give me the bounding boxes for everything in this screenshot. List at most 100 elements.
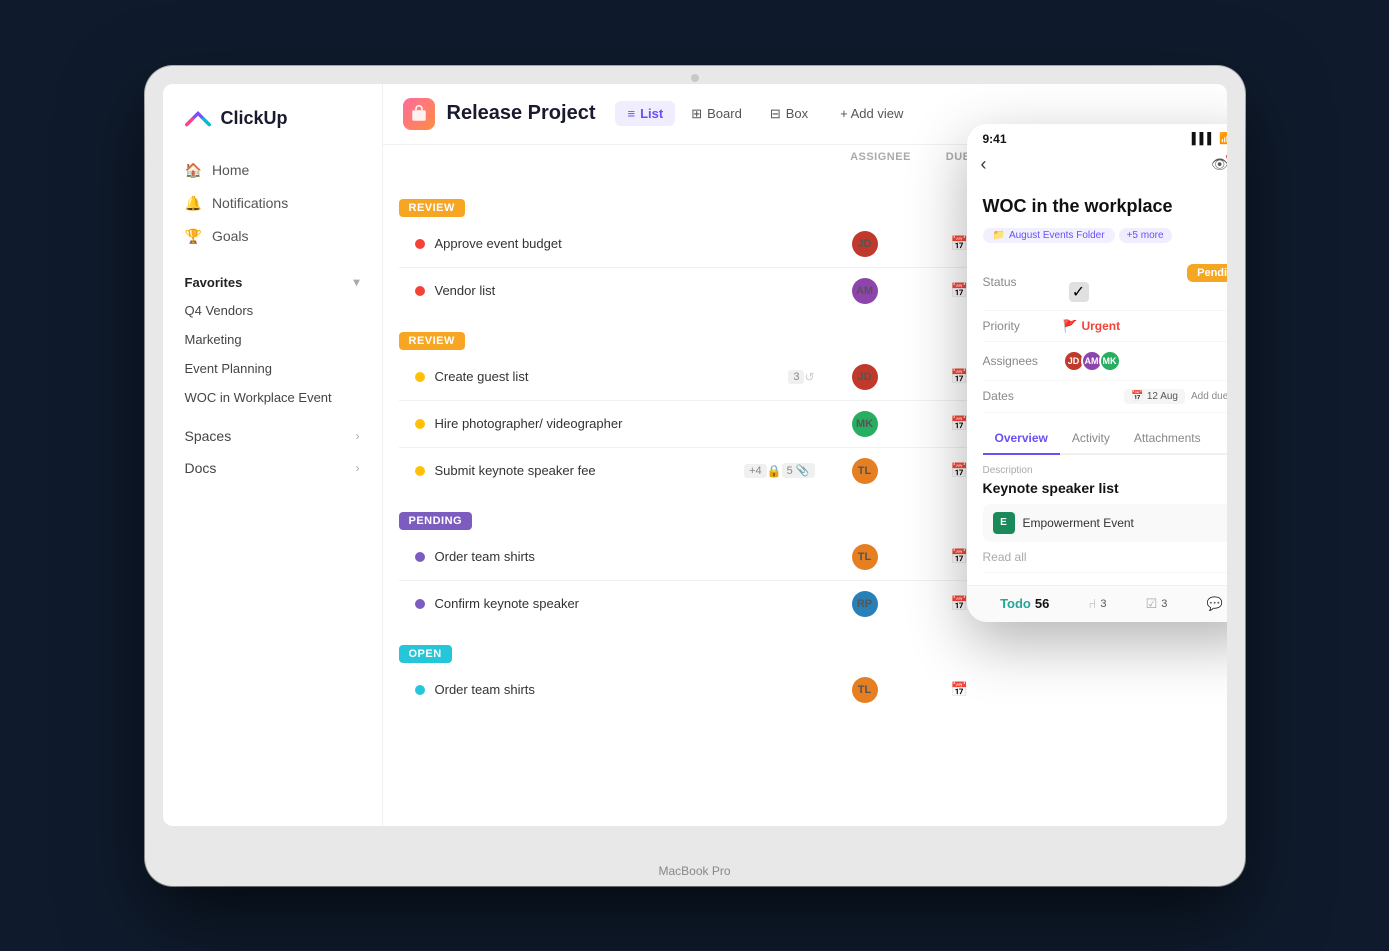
assignee-cell-6: TL bbox=[815, 544, 915, 570]
mobile-description-label: Description bbox=[983, 465, 1227, 476]
group-header-open: OPEN bbox=[399, 645, 1211, 663]
logo-text: ClickUp bbox=[221, 108, 288, 129]
favorites-item-q4vendors[interactable]: Q4 Vendors bbox=[175, 296, 370, 325]
calendar-start-icon: 📅 bbox=[1131, 391, 1143, 402]
mobile-status-pill[interactable]: Pending bbox=[1187, 264, 1226, 282]
guest-list-count: 3 bbox=[788, 370, 804, 384]
mobile-read-all[interactable]: Read all › bbox=[983, 542, 1227, 573]
task-dot-yellow-1 bbox=[415, 372, 425, 382]
laptop-model-label: MacBook Pro bbox=[595, 864, 795, 886]
task-dot-cyan-1 bbox=[415, 685, 425, 695]
checkmark-button[interactable]: ✓ bbox=[1069, 282, 1089, 302]
priority-urgent-label: Urgent bbox=[1081, 319, 1120, 333]
favorites-item-woc[interactable]: WOC in Workplace Event bbox=[175, 383, 370, 412]
mobile-dates-field: Dates 📅 12 Aug Add due date bbox=[983, 381, 1227, 413]
task-dot-yellow-3 bbox=[415, 466, 425, 476]
mobile-dates-label: Dates bbox=[983, 389, 1063, 403]
task-name-vendor-list: Vendor list bbox=[435, 283, 815, 298]
mobile-folder-tags: 📁 August Events Folder +5 more bbox=[983, 228, 1227, 243]
mobile-doc-row: E Empowerment Event ··· bbox=[983, 504, 1227, 542]
chevron-right-icon: › bbox=[356, 429, 360, 443]
assignee-cell-7: RP bbox=[815, 591, 915, 617]
sidebar-item-home[interactable]: 🏠 Home bbox=[175, 154, 370, 187]
mobile-dates-value: 📅 12 Aug Add due date bbox=[1063, 389, 1227, 404]
task-name-confirm-keynote: Confirm keynote speaker bbox=[435, 596, 815, 611]
task-dot-red-1 bbox=[415, 239, 425, 249]
sidebar-item-goals[interactable]: 🏆 Goals bbox=[175, 220, 370, 253]
favorites-header[interactable]: Favorites ▾ bbox=[175, 269, 370, 296]
favorites-item-marketing[interactable]: Marketing bbox=[175, 325, 370, 354]
task-row-order-shirts-open[interactable]: Order team shirts TL 📅 bbox=[399, 669, 1211, 711]
spaces-item[interactable]: Spaces › bbox=[175, 420, 370, 452]
start-date-chip[interactable]: 📅 12 Aug bbox=[1124, 389, 1185, 404]
logo: ClickUp bbox=[163, 104, 382, 154]
task-dot-purple-2 bbox=[415, 599, 425, 609]
avatar-8: TL bbox=[852, 677, 878, 703]
tab-board[interactable]: ⊞ Board bbox=[679, 101, 754, 127]
calendar-icon-1: 📅 bbox=[951, 235, 968, 252]
eye-button[interactable]: 👁 bbox=[1211, 156, 1227, 173]
laptop-frame: ClickUp 🏠 Home 🔔 Notifications 🏆 Goals bbox=[145, 66, 1245, 886]
mobile-checklist-item: ☑ 3 bbox=[1146, 596, 1168, 612]
calendar-icon-4: 📅 bbox=[951, 415, 968, 432]
mobile-priority-field: Priority 🚩 Urgent bbox=[983, 311, 1227, 342]
tab-box[interactable]: ⊟ Box bbox=[758, 101, 820, 127]
mobile-task-title: WOC in the workplace bbox=[983, 195, 1227, 218]
mobile-priority-value: 🚩 Urgent bbox=[1063, 319, 1227, 333]
add-view-button[interactable]: + Add view bbox=[828, 101, 915, 126]
wifi-icon: 📶 bbox=[1219, 132, 1226, 145]
todo-count: 56 bbox=[1035, 596, 1049, 611]
mobile-panel: 9:41 ▌▌▌ 📶 🔋 ‹ 👁 ··· bbox=[967, 124, 1227, 622]
tab-board-label: Board bbox=[707, 106, 742, 121]
todo-label: Todo bbox=[1000, 596, 1031, 611]
sidebar-item-home-label: Home bbox=[212, 162, 249, 178]
avatar-5: TL bbox=[852, 458, 878, 484]
mobile-status-label: Status bbox=[983, 275, 1063, 289]
sidebar-item-notifications[interactable]: 🔔 Notifications bbox=[175, 187, 370, 220]
assignee-cell-5: TL bbox=[815, 458, 915, 484]
task-name-guest-list: Create guest list bbox=[435, 369, 789, 384]
mobile-content: WOC in the workplace 📁 August Events Fol… bbox=[967, 183, 1227, 585]
docs-item[interactable]: Docs › bbox=[175, 452, 370, 484]
avatar-6: TL bbox=[852, 544, 878, 570]
chevron-down-icon: ▾ bbox=[353, 275, 359, 289]
mobile-priority-urgent[interactable]: 🚩 Urgent bbox=[1063, 319, 1227, 333]
mobile-tab-overview[interactable]: Overview bbox=[983, 423, 1060, 455]
add-due-date-button[interactable]: Add due date bbox=[1191, 391, 1227, 402]
tab-list[interactable]: ≡ List bbox=[615, 101, 675, 126]
favorites-item-eventplanning[interactable]: Event Planning bbox=[175, 354, 370, 383]
checklist-count: 3 bbox=[1161, 598, 1167, 610]
status-badge-open[interactable]: OPEN bbox=[399, 645, 452, 663]
clickup-logo-icon bbox=[183, 104, 213, 134]
avatar-1: JD bbox=[852, 231, 878, 257]
mobile-footer: Todo 56 ⑁ 3 ☑ 3 💬 4 bbox=[967, 585, 1227, 622]
checklist-icon: ☑ bbox=[1146, 596, 1158, 612]
folder-more-tag: +5 more bbox=[1119, 228, 1172, 243]
mobile-comment-item: 💬 4 bbox=[1207, 596, 1227, 612]
laptop-notch bbox=[691, 74, 699, 82]
doc-spreadsheet-icon: E bbox=[993, 512, 1015, 534]
mobile-doc-name: Empowerment Event bbox=[1023, 516, 1134, 530]
status-badge-pending[interactable]: PENDING bbox=[399, 512, 473, 530]
back-button[interactable]: ‹ bbox=[981, 154, 987, 175]
notification-dot bbox=[1225, 153, 1227, 160]
list-tab-icon: ≡ bbox=[627, 106, 635, 121]
mobile-tab-activity[interactable]: Activity bbox=[1060, 423, 1122, 453]
spaces-section: Spaces › Docs › bbox=[163, 420, 382, 484]
status-badge-review-1[interactable]: REVIEW bbox=[399, 199, 465, 217]
avatar-4: MK bbox=[852, 411, 878, 437]
mobile-subtask-item: ⑁ 3 bbox=[1089, 596, 1107, 611]
box-tab-icon: ⊟ bbox=[770, 106, 781, 122]
task-name-keynote-fee: Submit keynote speaker fee bbox=[435, 463, 745, 478]
task-dot-yellow-2 bbox=[415, 419, 425, 429]
mobile-dates-chips: 📅 12 Aug Add due date bbox=[1063, 389, 1227, 404]
calendar-icon-7: 📅 bbox=[951, 595, 968, 612]
mobile-status-bar: 9:41 ▌▌▌ 📶 🔋 bbox=[967, 124, 1227, 150]
mobile-status-value: Pending ✓ bbox=[1063, 263, 1227, 302]
task-name-approve-budget: Approve event budget bbox=[435, 236, 815, 251]
bell-icon: 🔔 bbox=[185, 195, 202, 212]
mobile-tab-attachments[interactable]: Attachments bbox=[1122, 423, 1213, 453]
view-tabs: ≡ List ⊞ Board ⊟ Box + Add view bbox=[615, 101, 915, 127]
sidebar-item-goals-label: Goals bbox=[212, 228, 249, 244]
status-badge-review-2[interactable]: REVIEW bbox=[399, 332, 465, 350]
